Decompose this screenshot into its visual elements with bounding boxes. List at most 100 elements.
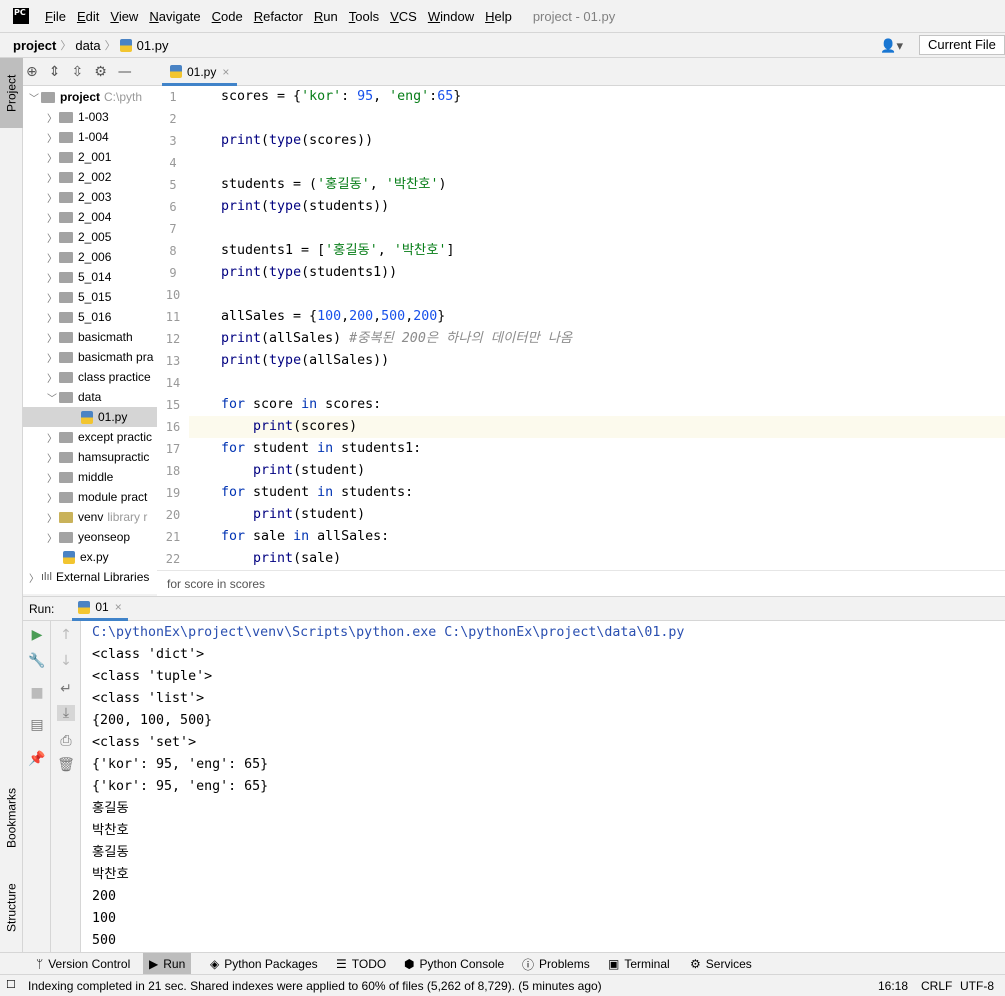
run-configuration-select[interactable]: Current File (919, 35, 1005, 55)
user-account-icon[interactable]: 👤▾ (880, 38, 903, 54)
code-line[interactable]: print(sale) (221, 548, 341, 570)
close-icon[interactable]: × (222, 65, 229, 79)
tree-root-project[interactable]: ﹀ project C:\pyth (27, 87, 142, 107)
close-icon[interactable]: × (115, 600, 122, 614)
menu-file[interactable]: File (45, 9, 66, 24)
code-line[interactable]: print(student) (221, 460, 365, 482)
tool-tab-bookmarks[interactable]: Bookmarks (0, 778, 23, 858)
menu-run[interactable]: Run (314, 9, 338, 24)
tree-item-2-005[interactable]: 〉 2_005 (23, 227, 111, 247)
chevron-right-icon[interactable]: 〉 (45, 430, 59, 445)
hide-icon[interactable]: — (118, 64, 132, 80)
breadcrumb-data[interactable]: data (75, 38, 100, 53)
code-line[interactable]: for student in students: (221, 482, 413, 504)
tree-item-module-pract[interactable]: 〉 module pract (23, 487, 147, 507)
tree-item-1-003[interactable]: 〉 1-003 (23, 107, 109, 127)
code-line[interactable]: students1 = ['홍길동', '박찬호'] (221, 240, 455, 262)
scroll-to-end-icon[interactable]: ⤓ (57, 705, 75, 721)
code-line[interactable]: print(allSales) #중복된 200은 하나의 데이터만 나옴 (221, 328, 572, 350)
chevron-right-icon[interactable]: 〉 (45, 230, 59, 245)
chevron-right-icon[interactable]: 〉 (45, 330, 59, 345)
layout-toggle-icon[interactable]: ☐ (6, 978, 16, 991)
stop-icon[interactable]: ■ (28, 685, 46, 701)
menu-view[interactable]: View (110, 9, 138, 24)
chevron-right-icon[interactable]: 〉 (45, 150, 59, 165)
chevron-right-icon[interactable]: 〉 (45, 530, 59, 545)
menu-window[interactable]: Window (428, 9, 474, 24)
tool-tab-terminal[interactable]: ▣ Terminal (602, 953, 676, 975)
code-line[interactable]: print(type(allSales)) (221, 350, 389, 372)
chevron-right-icon[interactable]: 〉 (45, 130, 59, 145)
arrow-up-icon[interactable]: ↑ (57, 627, 75, 643)
tree-item-5-014[interactable]: 〉 5_014 (23, 267, 111, 287)
tool-tab-services[interactable]: ⚙ Services (684, 953, 758, 975)
tree-item-5-015[interactable]: 〉 5_015 (23, 287, 111, 307)
chevron-right-icon[interactable]: 〉 (45, 490, 59, 505)
tree-item-ex-py[interactable]: ex.py (23, 547, 109, 567)
pin-icon[interactable]: 📌 (28, 751, 46, 767)
tool-tab-version-control[interactable]: ᛘ Version Control (30, 953, 136, 975)
wrench-icon[interactable]: 🔧 (28, 653, 46, 669)
print-icon[interactable]: ⎙ (57, 733, 75, 749)
tool-tab-python-packages[interactable]: ◈ Python Packages (204, 953, 324, 975)
chevron-right-icon[interactable]: 〉 (45, 170, 59, 185)
tree-item-01-py[interactable]: 01.py (23, 407, 157, 427)
editor-breadcrumb[interactable]: for score in scores (157, 570, 1005, 596)
code-line[interactable]: for score in scores: (221, 394, 381, 416)
rerun-icon[interactable]: ▶ (28, 627, 46, 643)
chevron-right-icon[interactable]: 〉 (45, 210, 59, 225)
tool-tab-problems[interactable]: ⓘ Problems (516, 953, 596, 975)
code-line[interactable]: print(type(students)) (221, 196, 389, 218)
tool-tab-structure[interactable]: Structure (0, 873, 23, 943)
chevron-right-icon[interactable]: 〉 (45, 290, 59, 305)
tree-item-middle[interactable]: 〉 middle (23, 467, 113, 487)
menu-code[interactable]: Code (212, 9, 243, 24)
tree-item-data[interactable]: ﹀ data (23, 387, 101, 407)
tree-item-1-004[interactable]: 〉 1-004 (23, 127, 109, 147)
tree-item-basicmath[interactable]: 〉 basicmath (23, 327, 133, 347)
tree-item-2-006[interactable]: 〉 2_006 (23, 247, 111, 267)
chevron-down-icon[interactable]: ﹀ (27, 90, 41, 105)
menu-help[interactable]: Help (485, 9, 512, 24)
file-encoding[interactable]: UTF-8 (960, 979, 994, 993)
code-line[interactable]: print(type(students1)) (221, 262, 397, 284)
tree-item-2-001[interactable]: 〉 2_001 (23, 147, 111, 167)
chevron-right-icon[interactable]: 〉 (45, 370, 59, 385)
code-line[interactable]: print(type(scores)) (221, 130, 373, 152)
code-line[interactable]: students = ('홍길동', '박찬호') (221, 174, 447, 196)
menu-vcs[interactable]: VCS (390, 9, 417, 24)
tree-item-2-002[interactable]: 〉 2_002 (23, 167, 111, 187)
tree-item-5-016[interactable]: 〉 5_016 (23, 307, 111, 327)
breadcrumb-project[interactable]: project (13, 38, 56, 53)
trash-icon[interactable]: 🗑 (57, 757, 75, 773)
code-line[interactable]: allSales = {100,200,500,200} (221, 306, 445, 328)
arrow-down-icon[interactable]: ↓ (57, 653, 75, 669)
chevron-right-icon[interactable]: 〉 (45, 190, 59, 205)
layout-icon[interactable]: ▤ (28, 717, 46, 733)
code-line[interactable]: for sale in allSales: (221, 526, 389, 548)
chevron-right-icon[interactable]: 〉 (45, 450, 59, 465)
tool-tab-project[interactable]: Project (0, 58, 23, 128)
tree-item-2-003[interactable]: 〉 2_003 (23, 187, 111, 207)
tree-item-external-libraries[interactable]: 〉 ılıl External Libraries (23, 567, 149, 587)
run-console-output[interactable]: C:\pythonEx\project\venv\Scripts\python.… (81, 621, 1005, 952)
chevron-right-icon[interactable]: 〉 (45, 310, 59, 325)
line-separator[interactable]: CRLF (921, 979, 952, 993)
code-line[interactable]: print(scores) (221, 416, 357, 438)
soft-wrap-icon[interactable]: ↵ (57, 681, 75, 697)
locate-icon[interactable]: ⊕ (26, 64, 38, 80)
tree-item-hamsupractic[interactable]: 〉 hamsupractic (23, 447, 149, 467)
breadcrumb-file[interactable]: 01.py (137, 38, 169, 53)
code-line[interactable]: for student in students1: (221, 438, 421, 460)
tree-item-venv[interactable]: 〉 venv library r (23, 507, 147, 527)
menu-navigate[interactable]: Navigate (149, 9, 200, 24)
tree-item-yeonseop[interactable]: 〉 yeonseop (23, 527, 130, 547)
code-line[interactable]: scores = {'kor': 95, 'eng':65} (221, 86, 461, 108)
menu-tools[interactable]: Tools (349, 9, 379, 24)
chevron-right-icon[interactable]: 〉 (27, 570, 41, 585)
gear-icon[interactable]: ⚙ (94, 64, 107, 80)
tool-tab-run[interactable]: ▶ Run (143, 953, 192, 975)
tree-item-basicmath-pra[interactable]: 〉 basicmath pra (23, 347, 153, 367)
editor-tab-01py[interactable]: 01.py × (162, 60, 238, 86)
menu-refactor[interactable]: Refactor (254, 9, 303, 24)
